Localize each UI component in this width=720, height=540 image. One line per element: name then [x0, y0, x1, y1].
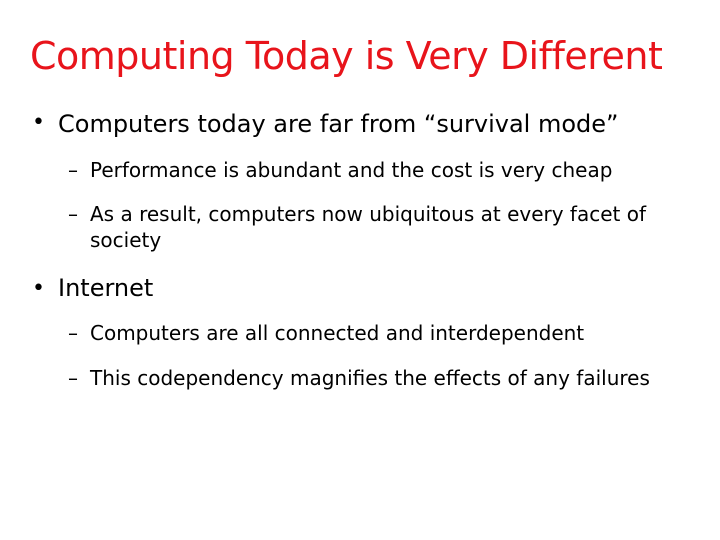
sub-bullet-text: As a result, computers now ubiquitous at…	[90, 202, 647, 252]
bullet-marker: •	[32, 276, 45, 301]
bullet-text: Computers today are far from “survival m…	[58, 110, 619, 138]
sub-bullet-text: This codependency magnifies the effects …	[90, 366, 650, 390]
sub-bullet-marker: –	[68, 366, 78, 390]
sub-bullet-text: Computers are all connected and interdep…	[90, 321, 585, 345]
sub-bullet-marker: –	[68, 202, 78, 226]
sub-bullet-marker: –	[68, 158, 78, 182]
slide-title: Computing Today is Very Different	[30, 34, 663, 78]
bullet-text: Internet	[58, 274, 154, 302]
sub-bullet-marker: –	[68, 321, 78, 345]
sub-bullet-text: Performance is abundant and the cost is …	[90, 158, 613, 182]
bullet-marker: •	[32, 110, 45, 135]
